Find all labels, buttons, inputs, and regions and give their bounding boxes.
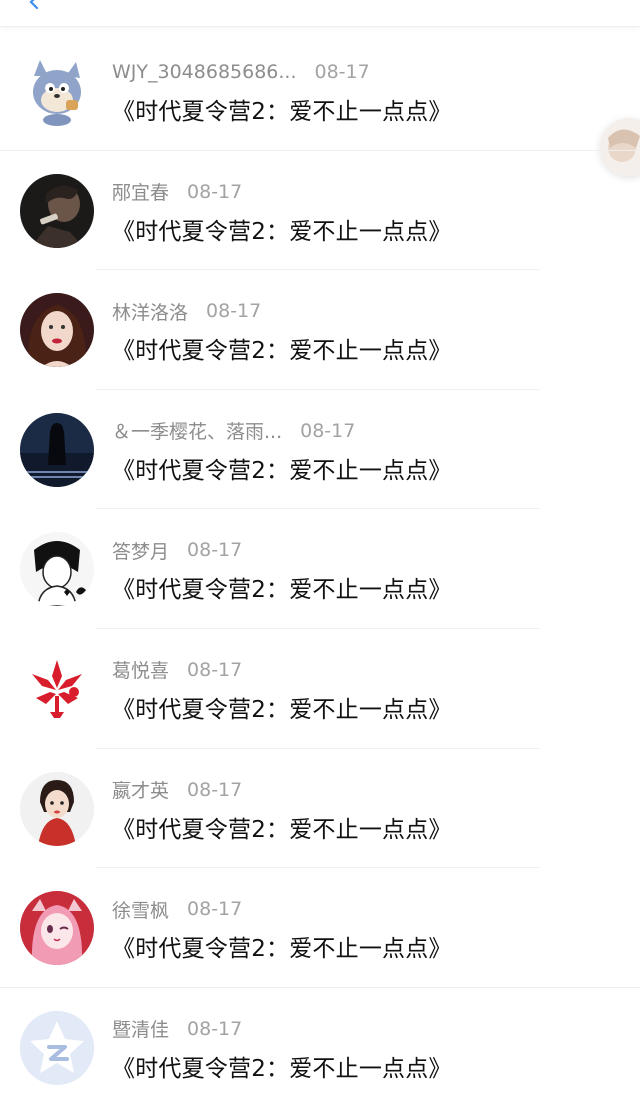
list-item[interactable]: 葛悦喜 08-17 《时代夏令营2：爱不止一点点》 (0, 629, 640, 749)
list-item[interactable]: WJY_3048685686... 08-17 《时代夏令营2：爱不止一点点》 (0, 31, 640, 151)
conversation-meta: 徐雪枫 08-17 (112, 896, 242, 922)
avatar[interactable] (20, 412, 94, 487)
message-date: 08-17 (187, 658, 243, 681)
sender-name: 徐雪枫 (112, 899, 170, 922)
avatar[interactable] (20, 1010, 94, 1085)
sender-name: 林洋洛洛 (112, 301, 189, 324)
sender-name: ＆一季樱花、落雨... (112, 421, 283, 444)
message-date: 08-17 (314, 61, 370, 83)
message-date: 08-17 (187, 1017, 243, 1040)
conversation-meta: 林洋洛洛 08-17 (112, 298, 261, 324)
message-date: 08-17 (187, 180, 243, 203)
message-date: 08-17 (300, 419, 356, 442)
message-preview: 《时代夏令营2：爱不止一点点》 (112, 338, 452, 365)
list-item[interactable]: 暨清佳 08-17 《时代夏令营2：爱不止一点点》 (0, 988, 640, 1107)
conversation-meta: 暨清佳 08-17 (112, 1016, 242, 1042)
sender-name: 暨清佳 (112, 1019, 170, 1042)
avatar[interactable] (20, 891, 94, 966)
avatar[interactable] (20, 54, 94, 128)
list-item[interactable]: 答梦月 08-17 《时代夏令营2：爱不止一点点》 (0, 509, 640, 629)
message-date: 08-17 (187, 778, 243, 801)
avatar[interactable] (20, 651, 94, 726)
conversation-list: WJY_3048685686... 08-17 《时代夏令营2：爱不止一点点》 … (0, 31, 640, 1107)
message-preview: 《时代夏令营2：爱不止一点点》 (112, 218, 452, 245)
list-item[interactable]: 嬴才英 08-17 《时代夏令营2：爱不止一点点》 (0, 749, 640, 869)
avatar[interactable] (20, 532, 94, 607)
conversation-meta: 邴宜春 08-17 (112, 179, 242, 205)
conversation-meta: 葛悦喜 08-17 (112, 657, 242, 683)
sender-name: 嬴才英 (112, 780, 170, 803)
chevron-left-icon[interactable] (26, 0, 42, 10)
message-preview: 《时代夏令营2：爱不止一点点》 (112, 1055, 452, 1082)
message-preview: 《时代夏令营2：爱不止一点点》 (112, 936, 452, 963)
message-date: 08-17 (206, 300, 262, 323)
list-item[interactable]: ＆一季樱花、落雨... 08-17 《时代夏令营2：爱不止一点点》 (0, 390, 640, 510)
message-preview: 《时代夏令营2：爱不止一点点》 (112, 696, 452, 723)
sender-name: WJY_3048685686... (112, 61, 297, 83)
sender-name: 邴宜春 (112, 182, 170, 205)
message-preview: 《时代夏令营2：爱不止一点点》 (112, 577, 452, 604)
avatar[interactable] (20, 771, 94, 846)
sender-name: 葛悦喜 (112, 660, 170, 683)
conversation-meta: WJY_3048685686... 08-17 (112, 59, 370, 85)
conversation-meta: 嬴才英 08-17 (112, 777, 242, 803)
conversation-meta: ＆一季樱花、落雨... 08-17 (112, 418, 355, 444)
conversation-meta: 答梦月 08-17 (112, 537, 242, 563)
top-bar (0, 0, 640, 27)
sender-name: 答梦月 (112, 540, 170, 563)
message-date: 08-17 (187, 898, 243, 921)
avatar[interactable] (20, 173, 94, 248)
message-preview: 《时代夏令营2：爱不止一点点》 (112, 99, 452, 125)
list-item[interactable]: 邴宜春 08-17 《时代夏令营2：爱不止一点点》 (0, 151, 640, 271)
list-item[interactable]: 林洋洛洛 08-17 《时代夏令营2：爱不止一点点》 (0, 270, 640, 390)
message-date: 08-17 (187, 539, 243, 562)
message-preview: 《时代夏令营2：爱不止一点点》 (112, 457, 452, 484)
message-preview: 《时代夏令营2：爱不止一点点》 (112, 816, 452, 843)
list-item[interactable]: 徐雪枫 08-17 《时代夏令营2：爱不止一点点》 (0, 868, 640, 988)
avatar[interactable] (20, 293, 94, 368)
